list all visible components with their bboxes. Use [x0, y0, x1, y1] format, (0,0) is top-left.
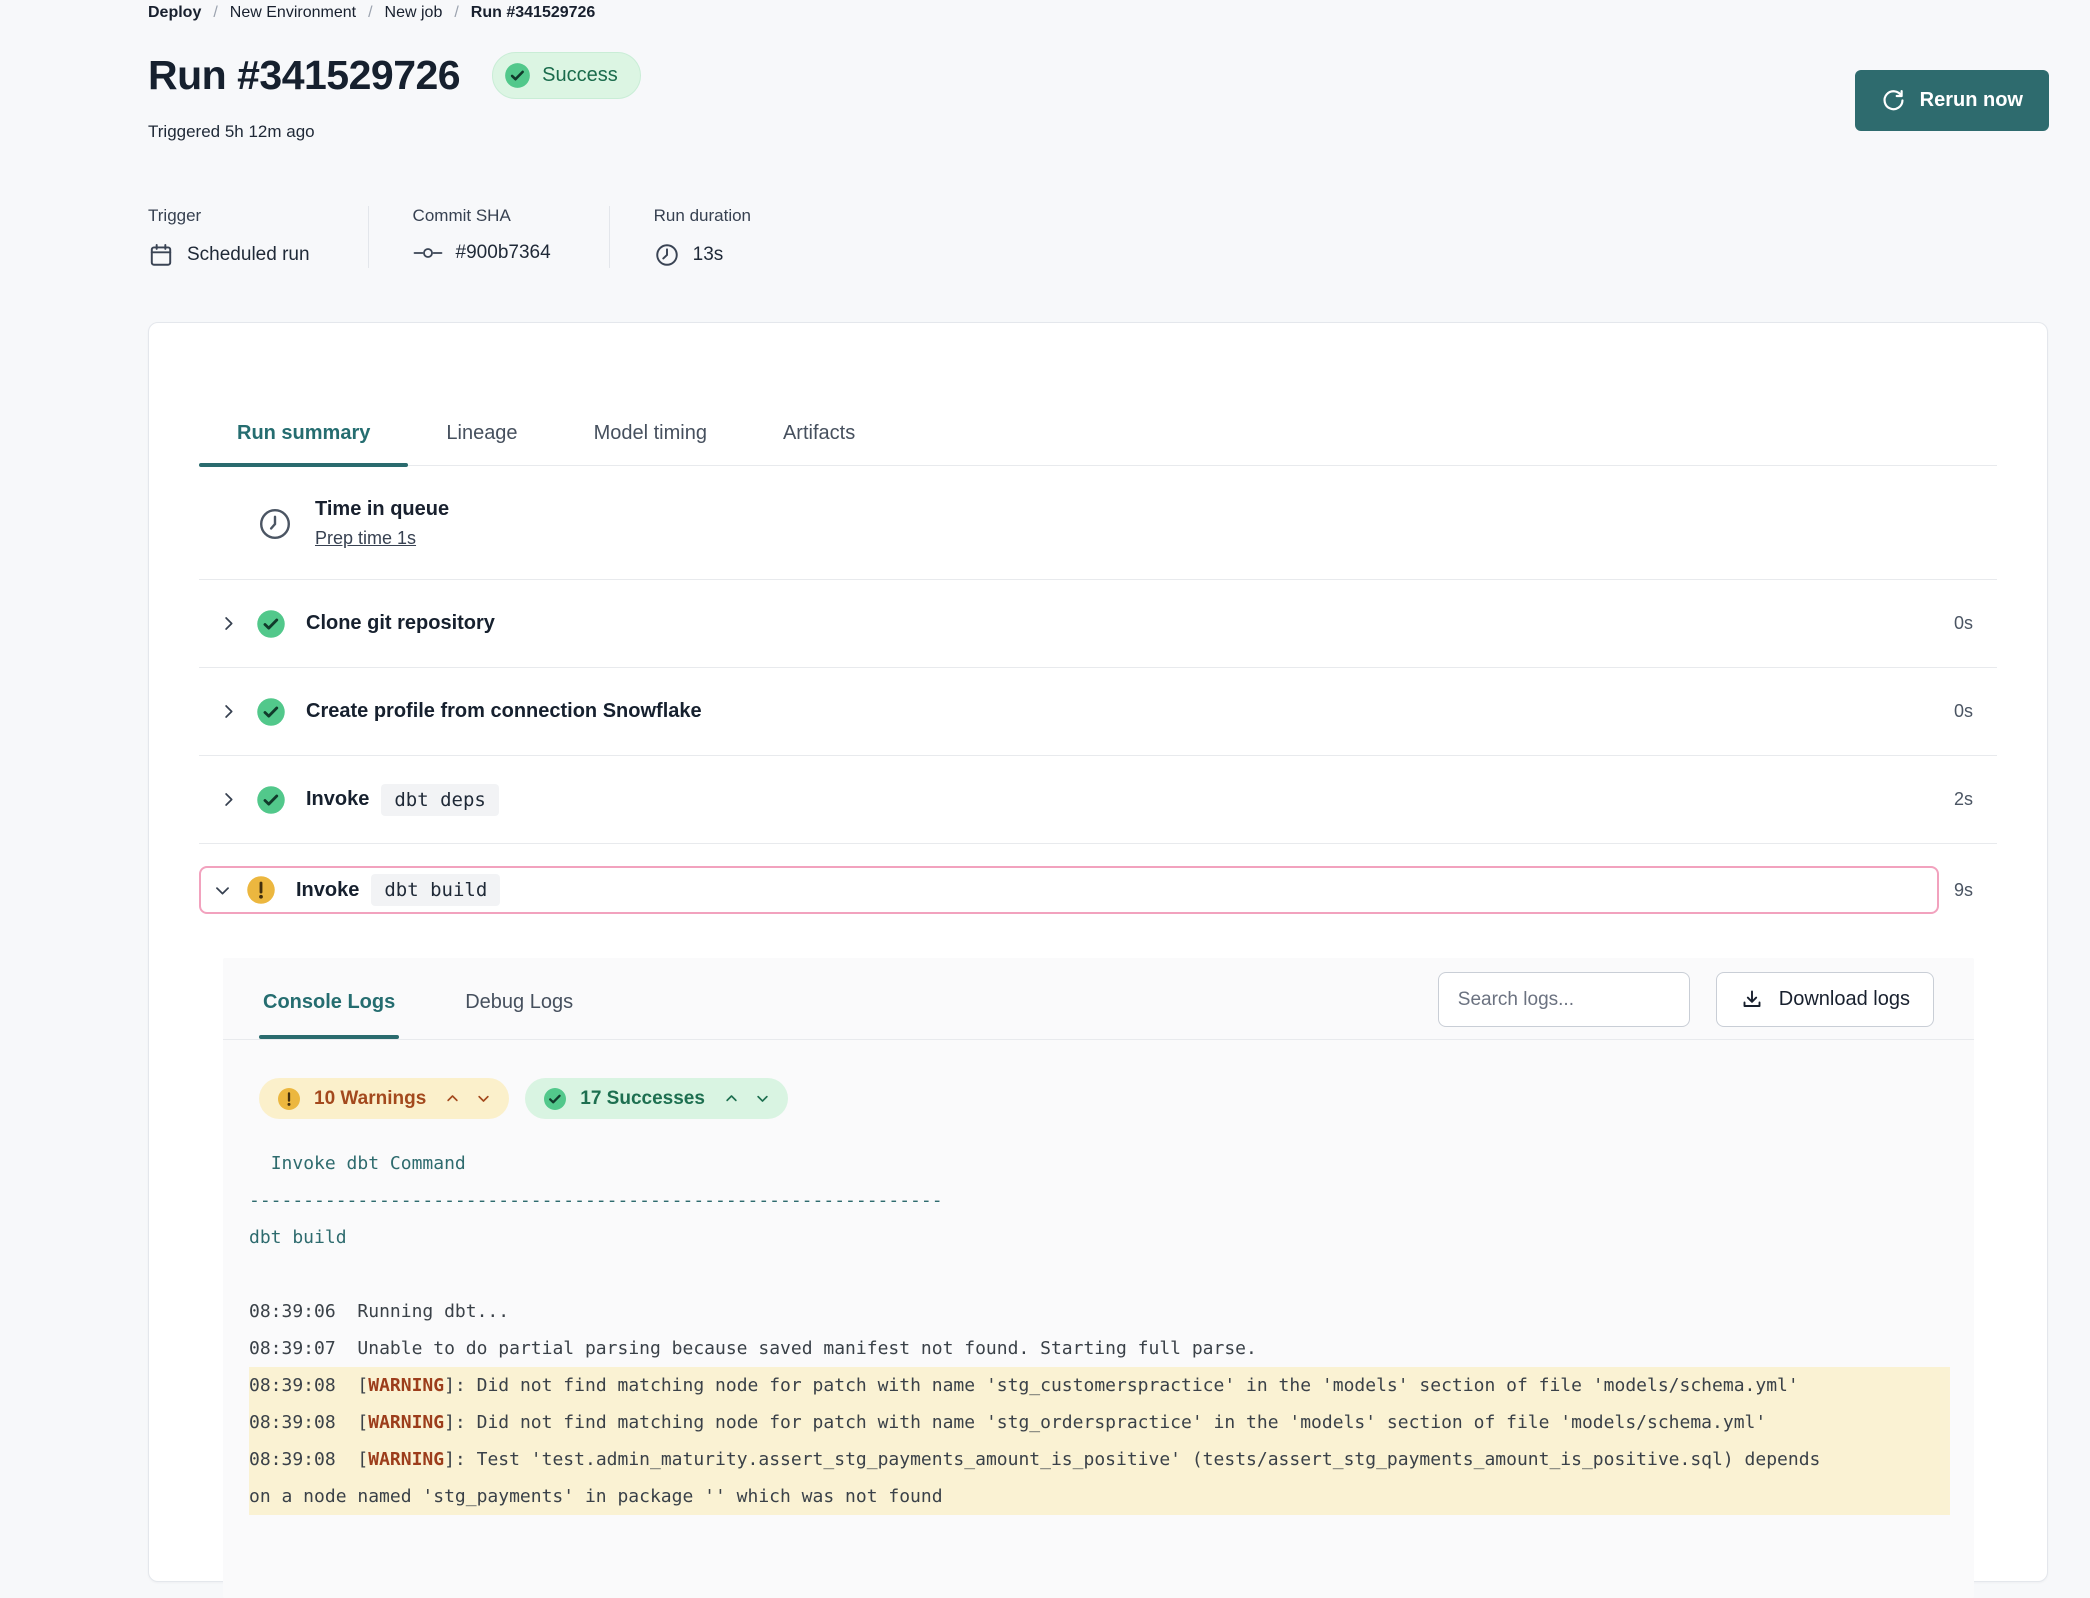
success-check-icon [256, 785, 286, 815]
step-invoke-dbt-deps[interactable]: Invoke dbt deps 2s [199, 756, 1997, 844]
download-logs-button[interactable]: Download logs [1716, 972, 1934, 1027]
success-check-icon [256, 697, 286, 727]
log-line: 08:39:08 [WARNING]: Did not find matchin… [249, 1404, 1950, 1441]
breadcrumb-item-environment[interactable]: New Environment [230, 4, 356, 22]
log-badges: 10 Warnings 17 Successes [223, 1040, 1974, 1119]
trigger-value: Scheduled run [187, 244, 310, 266]
warning-icon [246, 875, 276, 905]
warnings-prev-icon[interactable] [445, 1091, 460, 1106]
queue-title: Time in queue [315, 498, 449, 521]
tab-debug-logs[interactable]: Debug Logs [461, 973, 577, 1038]
step-duration: 0s [1954, 701, 1997, 722]
warnings-badge-label: 10 Warnings [314, 1088, 426, 1110]
step-create-profile[interactable]: Create profile from connection Snowflake… [199, 668, 1997, 756]
step-name: Invoke [306, 788, 369, 811]
run-summary-card: Run summary Lineage Model timing Artifac… [148, 322, 2048, 1582]
step-invoke-dbt-build[interactable]: Invoke dbt build [199, 866, 1939, 914]
warnings-next-icon[interactable] [476, 1091, 491, 1106]
rerun-now-button[interactable]: Rerun now [1855, 70, 2049, 131]
log-header: Console Logs Debug Logs Download logs [223, 958, 1974, 1040]
log-line: Invoke dbt Command [249, 1145, 1950, 1182]
duration-label: Run duration [654, 206, 751, 226]
log-line: 08:39:08 [WARNING]: Did not find matchin… [249, 1367, 1950, 1404]
log-lines: Invoke dbt Command----------------------… [223, 1119, 1974, 1515]
breadcrumb-item-deploy[interactable]: Deploy [148, 4, 201, 22]
status-badge-label: Success [542, 64, 618, 87]
step-name: Clone git repository [306, 612, 495, 635]
meta-trigger: Trigger Scheduled run [148, 206, 368, 268]
chevron-down-icon[interactable] [213, 881, 232, 900]
download-icon [1740, 988, 1764, 1012]
download-logs-label: Download logs [1779, 988, 1910, 1011]
warnings-badge[interactable]: 10 Warnings [259, 1078, 509, 1119]
header: Run #341529726 Success [148, 52, 641, 99]
tab-lineage[interactable]: Lineage [408, 401, 555, 465]
step-duration: 2s [1954, 789, 1997, 810]
log-line: 08:39:07 Unable to do partial parsing be… [249, 1330, 1950, 1367]
commit-icon [413, 245, 443, 261]
queue-clock-icon [257, 506, 293, 542]
time-in-queue-row: Time in queue Prep time 1s [199, 466, 1997, 580]
prep-time-link[interactable]: Prep time 1s [315, 528, 449, 549]
search-logs-input[interactable] [1438, 972, 1690, 1027]
log-panel: Console Logs Debug Logs Download logs 10… [223, 958, 1974, 1598]
triggered-time: Triggered 5h 12m ago [148, 122, 315, 142]
log-line: 08:39:08 [WARNING]: Test 'test.admin_mat… [249, 1441, 1950, 1515]
successes-next-icon[interactable] [755, 1091, 770, 1106]
successes-badge[interactable]: 17 Successes [525, 1078, 788, 1119]
step-invoke-dbt-build-row: Invoke dbt build 9s [199, 866, 1997, 914]
breadcrumb: Deploy / New Environment / New job / Run… [148, 0, 595, 26]
rerun-now-label: Rerun now [1920, 89, 2023, 112]
log-line: dbt build [249, 1219, 1950, 1256]
breadcrumb-item-run: Run #341529726 [471, 4, 596, 22]
log-line: 08:39:06 Running dbt... [249, 1293, 1950, 1330]
log-line: ----------------------------------------… [249, 1182, 1950, 1219]
success-check-icon [504, 62, 531, 89]
log-line [249, 1256, 1950, 1293]
step-duration: 0s [1954, 613, 1997, 634]
tab-console-logs[interactable]: Console Logs [259, 973, 399, 1038]
run-tabs: Run summary Lineage Model timing Artifac… [199, 401, 1997, 466]
chevron-right-icon[interactable] [219, 790, 238, 809]
tab-artifacts[interactable]: Artifacts [745, 401, 893, 465]
success-check-icon [256, 609, 286, 639]
step-command-chip: dbt build [371, 874, 500, 906]
duration-value: 13s [693, 244, 724, 266]
clock-icon [654, 242, 680, 268]
run-meta: Trigger Scheduled run Commit SHA #900b73… [148, 206, 809, 268]
commit-label: Commit SHA [413, 206, 551, 226]
meta-commit: Commit SHA #900b7364 [368, 206, 609, 268]
breadcrumb-separator: / [368, 4, 372, 22]
successes-badge-label: 17 Successes [580, 1088, 705, 1110]
breadcrumb-separator: / [454, 4, 458, 22]
rerun-icon [1881, 88, 1906, 113]
step-clone-git-repository[interactable]: Clone git repository 0s [199, 580, 1997, 668]
step-name: Create profile from connection Snowflake [306, 700, 702, 723]
chevron-right-icon[interactable] [219, 702, 238, 721]
step-name: Invoke [296, 879, 359, 902]
tab-model-timing[interactable]: Model timing [556, 401, 745, 465]
success-check-icon [543, 1087, 567, 1111]
trigger-label: Trigger [148, 206, 310, 226]
breadcrumb-separator: / [213, 4, 217, 22]
commit-value: #900b7364 [456, 242, 551, 264]
warning-icon [277, 1087, 301, 1111]
page-title: Run #341529726 [148, 52, 460, 99]
step-command-chip: dbt deps [381, 784, 499, 816]
tab-run-summary[interactable]: Run summary [199, 401, 408, 465]
meta-duration: Run duration 13s [609, 206, 809, 268]
successes-prev-icon[interactable] [724, 1091, 739, 1106]
step-duration: 9s [1939, 880, 1997, 901]
chevron-right-icon[interactable] [219, 614, 238, 633]
calendar-icon [148, 242, 174, 268]
breadcrumb-item-job[interactable]: New job [385, 4, 443, 22]
status-badge: Success [492, 52, 641, 99]
